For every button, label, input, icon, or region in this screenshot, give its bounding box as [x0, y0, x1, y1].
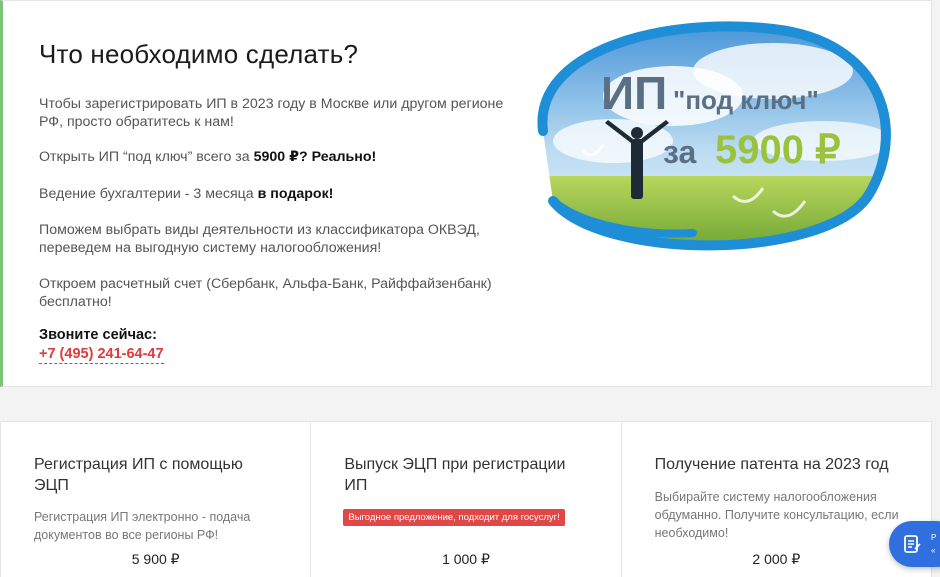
banner-price-text: 5900 ₽: [715, 128, 841, 172]
chat-widget-text: Р «: [931, 531, 936, 557]
chat-line-1: Р: [931, 533, 937, 542]
page: Что необходимо сделать? Чтобы зарегистри…: [0, 0, 940, 577]
info-title: Что необходимо сделать?: [39, 39, 359, 69]
info-paragraph-1: Чтобы зарегистрировать ИП в 2023 году в …: [39, 96, 504, 130]
card-description: Регистрация ИП электронно - подача докум…: [34, 510, 251, 542]
service-card-ecp-issue[interactable]: Выпуск ЭЦП при регистрации ИП Выгодное п…: [311, 422, 622, 577]
card-price: 1 000 ₽: [442, 551, 490, 567]
chat-widget-button[interactable]: Р «: [889, 521, 940, 567]
banner-turnkey-text: "под ключ": [673, 85, 819, 115]
promo-banner-image: ИП "под ключ" за 5900 ₽: [537, 21, 891, 251]
promo-banner: ИП "под ключ" за 5900 ₽: [523, 11, 903, 266]
card-title: Получение патента на 2023 год: [654, 456, 889, 473]
info-p3-bold: в подарок!: [257, 186, 334, 202]
info-p2-text: Открыть ИП “под ключ” всего за: [39, 149, 254, 165]
banner-ip-text: ИП: [601, 67, 667, 119]
card-title: Выпуск ЭЦП при регистрации ИП: [344, 456, 566, 494]
card-price: 2 000 ₽: [752, 551, 801, 567]
card-description: Выбирайте систему налогообложения обдума…: [654, 490, 899, 540]
info-paragraph-4: Поможем выбрать виды деятельности из кла…: [39, 222, 480, 256]
service-card-ip-ecp[interactable]: Регистрация ИП с помощью ЭЦП Регистрация…: [1, 422, 312, 577]
info-p3-text: Ведение бухгалтерии - 3 месяца: [39, 186, 258, 202]
phone-link[interactable]: +7 (495) 241-64-47: [39, 346, 164, 364]
services-cards: Регистрация ИП с помощью ЭЦП Регистрация…: [0, 421, 932, 577]
service-card-patent[interactable]: Получение патента на 2023 год Выбирайте …: [622, 422, 931, 577]
info-paragraph-3: Ведение бухгалтерии - 3 месяца в подарок…: [39, 185, 509, 203]
form-icon: [904, 535, 921, 553]
chat-line-2: «: [931, 546, 936, 555]
call-label: Звоните сейчас:: [39, 327, 157, 343]
info-paragraph-5: Откроем расчетный счет (Сбербанк, Альфа-…: [39, 276, 492, 310]
offer-badge: Выгодное предложение, подходит для госус…: [343, 509, 565, 526]
info-block: Что необходимо сделать? Чтобы зарегистри…: [0, 0, 932, 387]
card-price: 5 900 ₽: [131, 551, 180, 567]
card-title: Регистрация ИП с помощью ЭЦП: [34, 456, 243, 494]
info-paragraph-2: Открыть ИП “под ключ” всего за 5900 ₽? Р…: [39, 148, 509, 166]
banner-za-text: за: [663, 134, 696, 170]
info-p2-bold: 5900 ₽? Реально!: [253, 149, 377, 165]
